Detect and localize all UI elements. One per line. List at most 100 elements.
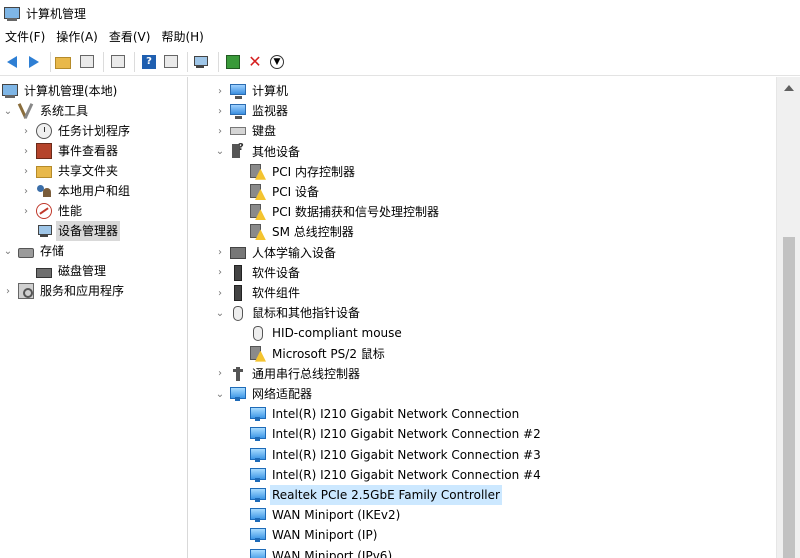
- forward-button[interactable]: [24, 52, 44, 72]
- toolbar-separator: [134, 51, 135, 72]
- device-item[interactable]: Intel(R) I210 Gigabit Network Connection…: [250, 445, 543, 465]
- collapse-arrow-icon[interactable]: ⌄: [214, 146, 226, 158]
- monitor-icon: [230, 104, 246, 120]
- toolbar-separator: [50, 51, 51, 72]
- scroll-up-icon[interactable]: [784, 85, 794, 91]
- tree-item-local-users[interactable]: › 本地用户和组: [20, 181, 132, 201]
- tree-label: 服务和应用程序: [40, 284, 125, 298]
- device-item[interactable]: Realtek PCIe 2.5GbE Family Controller: [250, 485, 502, 505]
- device-item[interactable]: WAN Miniport (IPv6): [250, 546, 394, 558]
- expand-arrow-icon[interactable]: ›: [20, 165, 32, 177]
- tree-item-task-scheduler[interactable]: › 任务计划程序: [20, 121, 132, 141]
- properties-button[interactable]: [108, 52, 128, 72]
- device-item[interactable]: Intel(R) I210 Gigabit Network Connection…: [250, 465, 543, 485]
- tree-item-storage[interactable]: ⌄ 存储: [2, 241, 66, 261]
- disk-icon: [36, 267, 52, 278]
- device-category[interactable]: ⌄ 鼠标和其他指针设备: [214, 303, 362, 323]
- expand-arrow-icon[interactable]: ›: [214, 125, 226, 137]
- device-label: 其他设备: [252, 144, 301, 159]
- device-label: 计算机: [252, 84, 289, 98]
- expand-arrow-icon[interactable]: ›: [214, 287, 226, 299]
- menu-action[interactable]: 操作(A): [51, 26, 104, 48]
- event-viewer-icon: [36, 143, 52, 159]
- tree-item-system-tools[interactable]: ⌄ 系统工具: [2, 101, 90, 121]
- collapse-arrow-icon[interactable]: ⌄: [214, 307, 226, 319]
- device-item[interactable]: WAN Miniport (IP): [250, 525, 379, 545]
- device-item[interactable]: SM 总线控制器: [250, 222, 356, 242]
- expand-arrow-icon[interactable]: ›: [20, 145, 32, 157]
- monitor-button[interactable]: [192, 52, 212, 72]
- device-category[interactable]: › 通用串行总线控制器: [214, 364, 362, 384]
- menu-view[interactable]: 查看(V): [104, 26, 157, 48]
- device-category[interactable]: › 人体学输入设备: [214, 243, 338, 263]
- expand-arrow-icon[interactable]: ›: [20, 125, 32, 137]
- device-label: PCI 设备: [272, 185, 319, 199]
- device-item[interactable]: Intel(R) I210 Gigabit Network Connection: [250, 404, 521, 424]
- toolbar-separator: [187, 51, 188, 72]
- expand-arrow-icon[interactable]: ›: [20, 185, 32, 197]
- collapse-arrow-icon[interactable]: ⌄: [214, 388, 226, 400]
- properties-icon: [111, 55, 125, 68]
- scroll-thumb[interactable]: [783, 237, 795, 558]
- device-category[interactable]: › 键盘: [214, 121, 278, 141]
- device-tree: › 计算机 › 监视器 › 键盘 ⌄ 其他设备 PCI 内存控制器 PCI 设备 PCI 数据捕获和…: [190, 77, 776, 558]
- device-category[interactable]: › 软件组件: [214, 283, 302, 303]
- download-button[interactable]: ▼: [267, 52, 287, 72]
- device-item[interactable]: PCI 内存控制器: [250, 162, 357, 182]
- show-action-pane-button[interactable]: [161, 52, 181, 72]
- monitor-icon: [192, 54, 208, 70]
- expand-arrow-icon[interactable]: ›: [214, 267, 226, 279]
- device-category[interactable]: ⌄ 其他设备: [214, 142, 302, 162]
- tree-item-performance[interactable]: › 性能: [20, 201, 84, 221]
- expand-arrow-icon[interactable]: ›: [214, 105, 226, 117]
- device-category[interactable]: › 软件设备: [214, 263, 302, 283]
- tree-item-event-viewer[interactable]: › 事件查看器: [20, 141, 120, 161]
- device-label: SM 总线控制器: [272, 225, 354, 240]
- menu-file[interactable]: 文件(F): [0, 26, 51, 48]
- device-label: 键盘: [252, 124, 277, 139]
- tree-item-root[interactable]: 计算机管理(本地): [2, 81, 119, 101]
- device-item[interactable]: Microsoft PS/2 鼠标: [250, 344, 387, 364]
- tree-item-shared-folders[interactable]: › 共享文件夹: [20, 161, 120, 181]
- vertical-scrollbar[interactable]: [776, 77, 800, 558]
- expand-arrow-icon[interactable]: ›: [214, 85, 226, 97]
- expand-arrow-icon[interactable]: ›: [214, 247, 226, 259]
- tree-item-device-manager[interactable]: 设备管理器: [36, 221, 121, 241]
- device-item[interactable]: PCI 设备: [250, 182, 321, 202]
- back-icon: [7, 55, 17, 68]
- device-label: 监视器: [252, 104, 289, 119]
- menu-help[interactable]: 帮助(H): [156, 26, 209, 48]
- tree-label: 本地用户和组: [58, 184, 131, 198]
- device-category[interactable]: › 计算机: [214, 81, 290, 101]
- network-adapter-icon: [230, 386, 246, 402]
- device-item[interactable]: HID-compliant mouse: [250, 323, 404, 343]
- expand-arrow-icon[interactable]: ›: [2, 285, 14, 297]
- expand-arrow-icon[interactable]: ›: [214, 368, 226, 380]
- device-label: PCI 数据捕获和信号处理控制器: [272, 205, 439, 220]
- expand-arrow-icon[interactable]: ›: [20, 205, 32, 217]
- clock-icon: [36, 123, 52, 139]
- update-driver-button[interactable]: [223, 52, 243, 72]
- device-label: 软件组件: [252, 286, 301, 300]
- update-driver-icon: [226, 54, 240, 69]
- show-hide-tree-button[interactable]: [77, 52, 97, 72]
- uninstall-icon: ✕: [248, 51, 262, 71]
- uninstall-button[interactable]: ✕: [245, 52, 265, 72]
- tree-label: 系统工具: [40, 104, 89, 118]
- device-category[interactable]: ⌄ 网络适配器: [214, 384, 314, 404]
- up-folder-button[interactable]: [55, 52, 75, 72]
- device-item[interactable]: Intel(R) I210 Gigabit Network Connection…: [250, 424, 543, 444]
- tree-item-services-apps[interactable]: › 服务和应用程序: [2, 281, 126, 301]
- device-label: WAN Miniport (IP): [272, 528, 378, 543]
- navigation-tree: 计算机管理(本地) ⌄ 系统工具 › 任务计划程序 › 事件查看器 › 共享文件…: [0, 77, 188, 558]
- collapse-arrow-icon[interactable]: ⌄: [2, 245, 14, 257]
- back-button[interactable]: [2, 52, 22, 72]
- collapse-arrow-icon[interactable]: ⌄: [2, 105, 14, 117]
- help-button[interactable]: ?: [139, 52, 159, 72]
- mouse-icon: [253, 325, 263, 341]
- device-category[interactable]: › 监视器: [214, 101, 290, 121]
- device-item[interactable]: PCI 数据捕获和信号处理控制器: [250, 202, 441, 222]
- forward-icon: [29, 55, 39, 68]
- device-item[interactable]: WAN Miniport (IKEv2): [250, 505, 402, 525]
- tree-item-disk-management[interactable]: 磁盘管理: [36, 261, 108, 281]
